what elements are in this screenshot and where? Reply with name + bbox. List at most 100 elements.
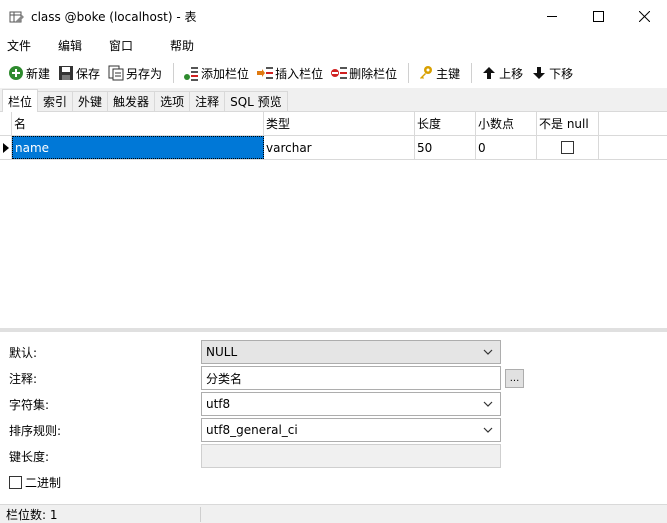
close-icon bbox=[638, 11, 650, 22]
fields-grid: 名 类型 长度 小数点 不是 null name varchar 50 0 bbox=[0, 112, 667, 328]
binary-row: 二进制 bbox=[0, 469, 667, 495]
charset-label: 字符集: bbox=[9, 397, 50, 412]
cell-type[interactable]: varchar bbox=[264, 136, 415, 159]
move-down-label: 下移 bbox=[549, 66, 574, 81]
tab-fields[interactable]: 栏位 bbox=[2, 89, 39, 112]
default-row: 默认: NULL bbox=[0, 339, 667, 365]
comment-value: 分类名 bbox=[206, 371, 243, 386]
cell-decimals[interactable]: 0 bbox=[476, 136, 537, 159]
save-icon bbox=[59, 66, 74, 80]
table-row[interactable]: name varchar 50 0 bbox=[0, 136, 667, 160]
field-properties: 默认: NULL 注释: 分类名 ... 字符集: utf8 排序规则: utf… bbox=[0, 332, 667, 504]
insert-field-button[interactable]: 插入栏位 bbox=[254, 61, 326, 85]
toolbar-separator bbox=[471, 63, 473, 83]
row-indicator bbox=[0, 136, 12, 159]
move-down-button[interactable]: 下移 bbox=[528, 61, 576, 85]
comment-label: 注释: bbox=[9, 371, 38, 386]
binary-label: 二进制 bbox=[25, 475, 62, 490]
collation-value: utf8_general_ci bbox=[206, 423, 298, 437]
save-as-button[interactable]: 另存为 bbox=[105, 61, 165, 85]
save-button[interactable]: 保存 bbox=[55, 61, 103, 85]
header-type[interactable]: 类型 bbox=[264, 112, 415, 135]
arrow-down-icon bbox=[533, 67, 546, 79]
menu-help[interactable]: 帮助 bbox=[163, 37, 194, 54]
tab-triggers[interactable]: 触发器 bbox=[107, 91, 156, 111]
move-up-label: 上移 bbox=[499, 66, 524, 81]
default-select[interactable]: NULL bbox=[201, 340, 501, 364]
charset-row: 字符集: utf8 bbox=[0, 391, 667, 417]
grid-header: 名 类型 长度 小数点 不是 null bbox=[0, 112, 667, 136]
header-decimals[interactable]: 小数点 bbox=[476, 112, 537, 135]
comment-row: 注释: 分类名 ... bbox=[0, 365, 667, 391]
maximize-button[interactable] bbox=[575, 0, 621, 33]
insert-field-icon bbox=[257, 67, 274, 79]
collation-label: 排序规则: bbox=[9, 423, 62, 438]
maximize-icon bbox=[592, 11, 604, 22]
charset-select[interactable]: utf8 bbox=[201, 392, 501, 416]
delete-field-icon bbox=[331, 67, 348, 79]
add-field-icon bbox=[184, 67, 199, 81]
close-button[interactable] bbox=[621, 0, 667, 33]
default-label: 默认: bbox=[9, 345, 38, 360]
add-field-button[interactable]: 添加栏位 bbox=[180, 61, 252, 85]
key-length-label: 键长度: bbox=[9, 449, 50, 464]
header-indicator bbox=[0, 112, 12, 135]
cell-name[interactable]: name bbox=[12, 136, 264, 159]
arrow-up-icon bbox=[483, 67, 496, 79]
menu-file[interactable]: 文件 bbox=[0, 37, 31, 54]
menu-window[interactable]: 窗口 bbox=[102, 37, 133, 54]
cell-not-null bbox=[537, 136, 599, 159]
new-icon bbox=[9, 66, 23, 80]
chevron-down-icon bbox=[483, 349, 493, 355]
toolbar-separator bbox=[408, 63, 410, 83]
add-field-label: 添加栏位 bbox=[201, 66, 250, 81]
tab-comment[interactable]: 注释 bbox=[189, 91, 226, 111]
header-not-null[interactable]: 不是 null bbox=[537, 112, 599, 135]
delete-field-button[interactable]: 删除栏位 bbox=[328, 61, 400, 85]
comment-input[interactable]: 分类名 bbox=[201, 366, 501, 390]
collation-row: 排序规则: utf8_general_ci bbox=[0, 417, 667, 443]
row-pointer-icon bbox=[2, 142, 9, 153]
minimize-button[interactable] bbox=[529, 0, 575, 33]
status-bar: 栏位数: 1 bbox=[0, 504, 667, 523]
new-label: 新建 bbox=[26, 66, 51, 81]
minimize-icon bbox=[546, 16, 557, 17]
tab-sql-preview[interactable]: SQL 预览 bbox=[224, 91, 288, 111]
primary-key-label: 主键 bbox=[436, 66, 461, 81]
header-name[interactable]: 名 bbox=[12, 112, 264, 135]
not-null-checkbox[interactable] bbox=[561, 141, 574, 154]
status-separator bbox=[200, 507, 201, 522]
primary-key-button[interactable]: 主键 bbox=[415, 61, 463, 85]
chevron-down-icon bbox=[483, 401, 493, 407]
tab-options[interactable]: 选项 bbox=[154, 91, 191, 111]
header-length[interactable]: 长度 bbox=[415, 112, 476, 135]
default-value: NULL bbox=[206, 345, 238, 359]
save-as-label: 另存为 bbox=[126, 66, 163, 81]
menu-bar: 文件 编辑 窗口 帮助 bbox=[0, 33, 667, 58]
comment-edit-button[interactable]: ... bbox=[505, 368, 524, 388]
binary-option[interactable]: 二进制 bbox=[9, 474, 61, 491]
key-icon bbox=[420, 66, 433, 79]
table-design-icon bbox=[9, 11, 24, 23]
tab-indexes[interactable]: 索引 bbox=[37, 91, 74, 111]
move-up-button[interactable]: 上移 bbox=[478, 61, 526, 85]
binary-checkbox[interactable] bbox=[9, 475, 22, 489]
save-label: 保存 bbox=[76, 66, 101, 81]
tab-bar: 栏位 索引 外键 触发器 选项 注释 SQL 预览 bbox=[0, 88, 667, 112]
window-title: class @boke (localhost) - 表 bbox=[31, 10, 197, 24]
menu-edit[interactable]: 编辑 bbox=[51, 37, 82, 54]
charset-value: utf8 bbox=[206, 397, 231, 411]
toolbar-separator bbox=[173, 63, 175, 83]
cell-length[interactable]: 50 bbox=[415, 136, 476, 159]
toolbar: 新建 保存 另存为 添加栏位 插入栏位 删除栏位 主键 上移 下移 bbox=[0, 58, 667, 88]
delete-field-label: 删除栏位 bbox=[349, 66, 398, 81]
insert-field-label: 插入栏位 bbox=[275, 66, 324, 81]
chevron-down-icon bbox=[483, 427, 493, 433]
field-count: 栏位数: 1 bbox=[6, 507, 58, 522]
tab-foreign-keys[interactable]: 外键 bbox=[72, 91, 109, 111]
new-button[interactable]: 新建 bbox=[5, 61, 53, 85]
collation-select[interactable]: utf8_general_ci bbox=[201, 418, 501, 442]
key-length-input bbox=[201, 444, 501, 468]
key-length-row: 键长度: bbox=[0, 443, 667, 469]
title-bar: class @boke (localhost) - 表 bbox=[0, 0, 667, 33]
